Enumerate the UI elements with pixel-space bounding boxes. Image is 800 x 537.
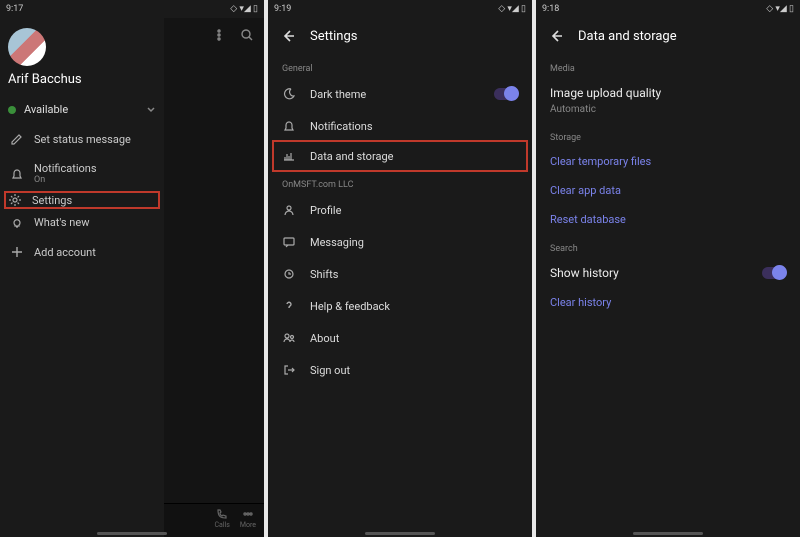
more-vertical-icon[interactable] [212,28,226,42]
home-indicator [365,532,435,535]
presence-dot-icon [8,106,16,114]
status-icons: ◇ ▾◢ ▯ [230,4,258,14]
status-time: 9:19 [274,4,291,14]
clear-temp-files-link[interactable]: Clear temporary files [536,147,800,176]
add-account-item[interactable]: Add account [6,237,158,267]
shifts-icon [282,267,296,281]
search-icon[interactable] [240,28,254,42]
home-indicator [633,532,703,535]
notifications-row[interactable]: Notifications [268,110,532,142]
show-history-toggle[interactable] [762,267,786,279]
section-header-general: General [268,54,532,78]
whats-new-item[interactable]: What's new [6,207,158,237]
reset-database-link[interactable]: Reset database [536,205,800,234]
screen-profile-menu: 9:17 ◇ ▾◢ ▯ Arif Bacchus Available Set s… [0,0,264,537]
profile-row[interactable]: Profile [268,194,532,226]
set-status-message-item[interactable]: Set status message [6,124,158,154]
status-time: 9:18 [542,4,559,14]
app-header: Settings [268,18,532,54]
profile-drawer: Arif Bacchus Available Set status messag… [0,18,164,537]
moon-icon [282,87,296,101]
show-history-row[interactable]: Show history [536,258,800,288]
screen-data-storage: 9:18 ◇ ▾◢ ▯ Data and storage Media Image… [536,0,800,537]
home-indicator [97,532,167,535]
statusbar: 9:18 ◇ ▾◢ ▯ [536,0,800,18]
screen-settings: 9:19 ◇ ▾◢ ▯ Settings General Dark theme … [268,0,532,537]
back-arrow-icon[interactable] [280,28,296,44]
dark-theme-row[interactable]: Dark theme [268,78,532,110]
lightbulb-icon [10,215,24,229]
nav-calls[interactable]: Calls [214,508,229,535]
bell-icon [10,167,24,181]
edit-icon [10,132,24,146]
gear-icon [8,193,22,207]
clear-app-data-link[interactable]: Clear app data [536,176,800,205]
about-row[interactable]: About [268,322,532,354]
page-title: Data and storage [578,29,677,44]
notifications-item[interactable]: Notifications On [6,154,158,193]
status-time: 9:17 [6,4,23,14]
help-icon [282,299,296,313]
bottom-nav: Calls More [164,503,264,537]
image-upload-quality-item[interactable]: Image upload quality Automatic [536,78,800,123]
plus-icon [10,245,24,259]
teams-icon [282,331,296,345]
data-storage-row[interactable]: Data and storage [272,140,528,172]
presence-row[interactable]: Available [6,97,158,122]
back-arrow-icon[interactable] [548,28,564,44]
section-header-media: Media [536,54,800,78]
status-icons: ◇ ▾◢ ▯ [498,4,526,14]
person-icon [282,203,296,217]
section-header-search: Search [536,234,800,258]
avatar[interactable] [8,28,46,66]
app-header: Data and storage [536,18,800,54]
message-icon [282,235,296,249]
bell-icon [282,119,296,133]
signout-icon [282,363,296,377]
dark-theme-toggle[interactable] [494,88,518,100]
shifts-row[interactable]: Shifts [268,258,532,290]
data-icon [282,149,296,163]
status-icons: ◇ ▾◢ ▯ [766,4,794,14]
clear-history-link[interactable]: Clear history [536,288,800,317]
user-display-name: Arif Bacchus [8,72,158,87]
chevron-down-icon [146,105,156,115]
help-feedback-row[interactable]: Help & feedback [268,290,532,322]
statusbar: 9:17 ◇ ▾◢ ▯ [0,0,264,18]
page-title: Settings [310,29,357,44]
statusbar: 9:19 ◇ ▾◢ ▯ [268,0,532,18]
presence-label: Available [24,103,68,116]
sign-out-row[interactable]: Sign out [268,354,532,386]
nav-more[interactable]: More [240,508,256,535]
section-header-storage: Storage [536,123,800,147]
main-pane-dimmed: Calls More [164,18,264,537]
messaging-row[interactable]: Messaging [268,226,532,258]
section-header-org: OnMSFT.com LLC [268,170,532,194]
